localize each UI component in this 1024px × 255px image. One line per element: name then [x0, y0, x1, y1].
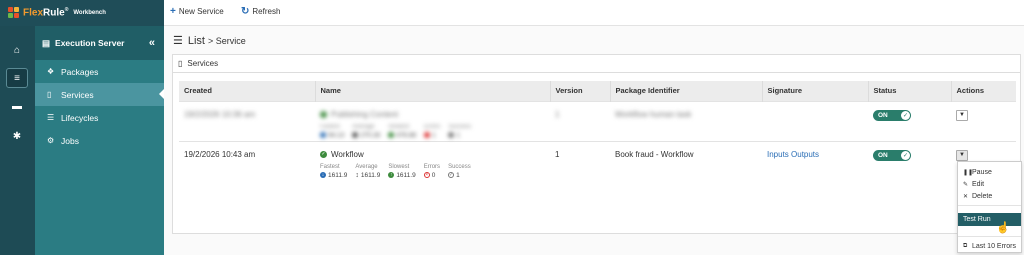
- signature-cell: Inputs Outputs: [762, 140, 868, 189]
- stat-slowest: Slowest ↑ 1611.9: [388, 163, 416, 179]
- hand-pointer-icon: ☝: [996, 222, 1010, 234]
- success-icon: ✓: [320, 110, 327, 118]
- pause-icon: ❚❚: [963, 169, 974, 176]
- brand-header: FlexRule® Workbench: [0, 0, 164, 26]
- services-panel: ▯ Services Created Name Version Package …: [172, 54, 1021, 234]
- menu-divider: [958, 205, 1021, 206]
- arrows-vertical-icon: ↕: [355, 171, 359, 179]
- signature-link[interactable]: Inputs Outputs: [767, 150, 819, 159]
- stat-average: Average ↕ 1611.9: [355, 163, 381, 179]
- menu-item-delete[interactable]: ✕ Delete: [958, 190, 1021, 202]
- brand-name: FlexRule®: [23, 7, 69, 19]
- menu-item-test-run[interactable]: Test Run: [958, 213, 1021, 226]
- menu-item-last-errors[interactable]: ⧉ Last 10 Errors: [958, 240, 1021, 252]
- new-service-button[interactable]: + New Service: [170, 6, 224, 17]
- bookmark-icon: ▯: [47, 90, 52, 99]
- status-toggle[interactable]: ON ✓: [873, 149, 911, 161]
- created-cell: 19/2/2026 10:36 am: [179, 100, 315, 141]
- main-content: ☰ List > Service ▯ Services Created Name…: [164, 26, 1024, 255]
- service-name: Publishing Content: [331, 109, 399, 119]
- status-cell: ON ✓: [868, 100, 951, 141]
- copy-icon: ⧉: [963, 242, 968, 249]
- actions-dropdown-button[interactable]: ▼: [956, 149, 968, 161]
- version-cell: 1: [550, 100, 610, 141]
- home-icon[interactable]: ⌂: [6, 40, 28, 60]
- success-circle-icon: ✓: [448, 172, 455, 178]
- column-header-name[interactable]: Name: [314, 81, 550, 101]
- status-cell: ON ✓: [868, 140, 951, 189]
- panel-header: ▯ Services: [173, 55, 1020, 73]
- column-header-package[interactable]: Package Identifier: [609, 81, 762, 101]
- server-icon: ▤: [42, 37, 51, 48]
- column-header-status[interactable]: Status: [867, 81, 951, 101]
- column-header-version[interactable]: Version: [549, 81, 610, 101]
- gear-icon[interactable]: ✱: [6, 126, 28, 146]
- archive-icon[interactable]: ▬: [6, 96, 28, 116]
- table-header-row: Created Name Version Package Identifier …: [179, 81, 1016, 101]
- service-stats: Fastest 94.13 Average 270.28 Slowest 476.88…: [320, 123, 472, 139]
- arrow-down-icon: ↓: [320, 172, 326, 178]
- server-icon[interactable]: ≡: [6, 68, 28, 88]
- sidebar-item-packages[interactable]: ❖ Packages: [35, 60, 164, 83]
- refresh-icon: ↻: [241, 6, 250, 17]
- collapse-sidebar-icon[interactable]: «: [149, 37, 155, 49]
- column-header-signature[interactable]: Signature: [761, 81, 868, 101]
- actions-dropdown-button[interactable]: ▼: [956, 109, 968, 121]
- sidebar-item-jobs[interactable]: ⚙ Jobs: [35, 129, 164, 152]
- services-table: Created Name Version Package Identifier …: [179, 81, 1016, 189]
- sidebar-header: ▤ Execution Server «: [35, 26, 164, 60]
- stat-errors: Errors × 0: [423, 163, 441, 179]
- cubes-icon: ❖: [47, 67, 55, 76]
- pencil-icon: ✎: [963, 181, 969, 188]
- table-row: 19/2/2026 10:36 am ✓ Publishing Content …: [179, 100, 1016, 141]
- column-header-actions: Actions: [950, 81, 1016, 101]
- column-header-created[interactable]: Created: [179, 81, 315, 101]
- bookmark-icon: ▯: [178, 59, 183, 68]
- service-name[interactable]: Workflow: [331, 150, 364, 159]
- arrow-up-icon: ↑: [388, 172, 395, 178]
- success-icon: ✓: [320, 150, 327, 158]
- error-icon: ×: [423, 172, 430, 178]
- name-cell: ✓ Publishing Content Fastest 94.13 Averag…: [315, 100, 550, 141]
- table-row: 19/2/2026 10:43 am ✓ Workflow Fastest ↓ 16…: [179, 140, 1016, 189]
- sidebar: ▤ Execution Server « ❖ Packages ▯ Servic…: [35, 26, 164, 255]
- actions-menu: ❚❚ Pause ✎ Edit ✕ Delete Test Run ⧉ Last…: [957, 161, 1022, 253]
- plus-icon: +: [170, 6, 176, 17]
- cogs-icon: ⚙: [47, 136, 55, 145]
- name-cell: ✓ Workflow Fastest ↓ 1611.9 Average ↕ 1611.9…: [315, 140, 550, 189]
- icon-rail: ⌂ ≡ ▬ ✱: [0, 26, 35, 255]
- stat-success: Success ✓ 1: [448, 163, 471, 179]
- close-icon: ✕: [963, 193, 969, 200]
- list-icon: ☰: [47, 113, 55, 122]
- created-cell: 19/2/2026 10:43 am: [179, 140, 315, 189]
- refresh-button[interactable]: ↻ Refresh: [241, 6, 280, 17]
- menu-divider: [958, 236, 1021, 237]
- sidebar-item-services[interactable]: ▯ Services: [35, 83, 164, 106]
- package-cell: Book fraud - Workflow: [610, 140, 762, 189]
- package-cell: Workflow human task: [610, 100, 762, 141]
- top-toolbar: FlexRule® Workbench + New Service ↻ Refr…: [0, 0, 1024, 26]
- version-cell: 1: [550, 140, 610, 189]
- status-toggle[interactable]: ON ✓: [873, 109, 911, 121]
- breadcrumb: ☰ List > Service: [173, 34, 246, 48]
- check-icon: ✓: [901, 110, 910, 120]
- flexrule-logo-icon: [8, 7, 20, 19]
- stat-fastest: Fastest ↓ 1611.9: [320, 163, 348, 179]
- menu-item-edit[interactable]: ✎ Edit: [958, 178, 1021, 190]
- sidebar-item-lifecycles[interactable]: ☰ Lifecycles: [35, 106, 164, 129]
- actions-cell: ▼: [951, 100, 1016, 141]
- list-icon: ☰: [173, 35, 183, 47]
- product-name: Workbench: [73, 10, 106, 16]
- signature-cell: [762, 100, 868, 141]
- menu-item-pause[interactable]: ❚❚ Pause: [958, 166, 1021, 178]
- service-stats: Fastest ↓ 1611.9 Average ↕ 1611.9 Slowest ↑ 16…: [320, 164, 550, 179]
- check-icon: ✓: [901, 150, 910, 160]
